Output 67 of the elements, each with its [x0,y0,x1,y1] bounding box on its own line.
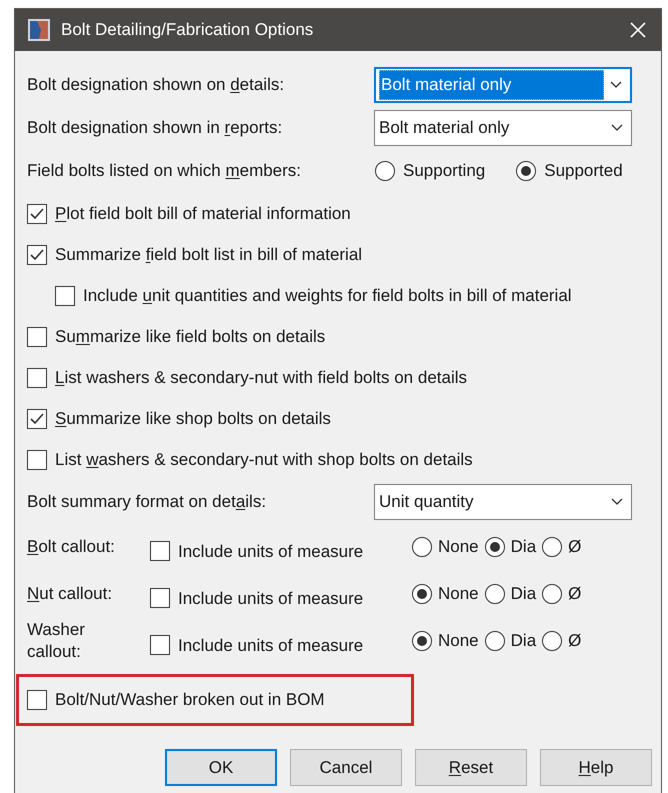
field-label: Bolt designation shown on details: [27,74,286,96]
checkbox[interactable] [27,204,47,224]
checkbox[interactable] [27,408,47,428]
chevron-down-icon [611,124,623,132]
radio-button[interactable] [484,584,505,604]
close-icon[interactable] [629,21,647,39]
checkbox-label: Bolt/Nut/Washer broken out in BOM [55,689,325,712]
checkbox[interactable] [55,286,75,306]
checkbox[interactable] [27,244,47,264]
checkbox-label: List washers & secondary-nut with shop bolts on details [55,448,473,471]
radio-button[interactable] [542,630,562,650]
dialog-button[interactable]: Cancel [290,749,402,786]
field-label: Nut callout: [27,582,114,604]
dialog-button[interactable]: OK [165,749,277,786]
radio-button[interactable] [412,536,432,556]
checkbox[interactable] [150,588,170,608]
field-label: Washer callout: [27,618,86,662]
checkbox[interactable] [150,635,170,656]
radio-button[interactable] [542,536,562,556]
radio-label: Supporting [403,160,486,182]
dropdown[interactable]: Bolt material only [374,110,632,146]
checkbox-label: Plot field bolt bill of material information [55,202,351,225]
checkbox-label: Include units of measure [178,540,364,562]
dropdown[interactable]: Unit quantity [374,484,632,520]
checkbox-label: Summarize field bolt list in bill of material [55,244,362,266]
checkbox[interactable] [27,368,47,388]
field-label: Field bolts listed on which members: [27,160,302,182]
dropdown[interactable]: Bolt material only [374,66,632,102]
radio-label: Dia [510,582,536,605]
checkbox[interactable] [27,450,47,470]
radio-button[interactable] [484,536,505,556]
checkbox-label: Include units of measure [178,588,364,610]
field-label: Bolt designation shown in reports: [27,116,284,139]
checkmark-icon [30,412,44,424]
radio-label: None [438,536,479,558]
chevron-down-icon [611,498,623,506]
checkbox[interactable] [27,326,47,346]
radio-label: Ø [568,630,582,652]
checkbox-label: Summarize like shop bolts on details [55,408,331,430]
radio-label: Ø [568,582,582,605]
radio-label: None [438,630,479,652]
dialog-button[interactable]: Help [540,749,652,786]
radio-label: Supported [544,160,623,182]
radio-button[interactable] [412,630,432,650]
checkbox-label: List washers & secondary-nut with field bolts on details [55,366,467,389]
checkbox-label: Summarize like field bolts on details [55,326,326,348]
radio-button[interactable] [542,584,562,604]
checkbox-label: Include unit quantities and weights for field bolts in bill of material [83,284,572,307]
radio-label: Dia [510,630,536,652]
radio-label: Dia [510,536,536,558]
checkbox[interactable] [150,541,170,562]
radio-button[interactable] [484,630,505,650]
app-icon [27,18,51,42]
dialog-button[interactable]: Reset [415,749,527,786]
chevron-down-icon [610,80,622,88]
checkmark-icon [30,248,44,260]
radio-label: None [438,582,479,605]
checkmark-icon [30,208,44,220]
checkbox[interactable] [27,690,47,710]
radio-button[interactable] [375,161,395,181]
radio-button[interactable] [412,584,432,604]
checkbox-label: Include units of measure [178,634,364,656]
field-label: Bolt summary format on details: [27,490,268,513]
field-label: Bolt callout: [27,536,116,558]
radio-label: Ø [568,536,582,558]
radio-button[interactable] [516,161,536,181]
window-title: Bolt Detailing/Fabrication Options [61,19,314,42]
